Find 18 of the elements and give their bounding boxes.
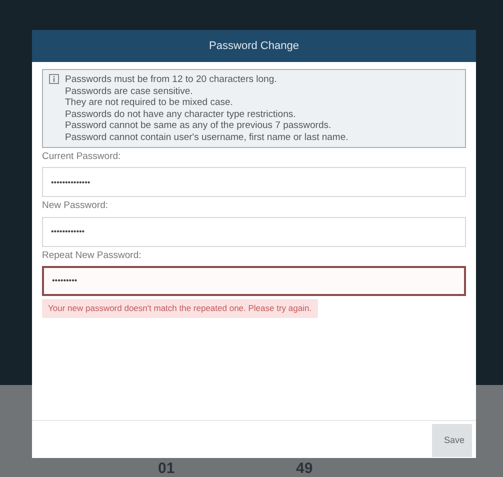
background-number: 49 (296, 460, 313, 477)
rule-text: Passwords must be from 12 to 20 characters long. (65, 74, 278, 86)
background-number: 01 (158, 460, 175, 477)
rule-text: Password cannot contain user's username, first name or last name. (65, 132, 348, 143)
field-label: Current Password: (42, 150, 121, 164)
password-field[interactable]: •••••••••••• (42, 216, 466, 246)
save-button[interactable]: Save (432, 424, 472, 457)
password-field[interactable]: •••••••••••••• (42, 167, 466, 198)
error-message: Your new password doesn't match the repeated one. Please try again. (42, 298, 318, 318)
rule-text: Passwords do not have any character type restrictions. (65, 108, 297, 120)
dialog-title: Password Change (32, 30, 476, 62)
field-label: Repeat New Password: (42, 248, 142, 262)
rule-text: Passwords are case sensitive. (65, 86, 194, 97)
field-label: New Password: (42, 199, 108, 214)
info-icon (49, 74, 59, 84)
password-field[interactable]: ••••••••• (42, 266, 466, 296)
rule-text: They are not required to be mixed case. (65, 97, 234, 108)
rule-text: Password cannot be same as any of the previous 7 passwords. (65, 120, 332, 132)
